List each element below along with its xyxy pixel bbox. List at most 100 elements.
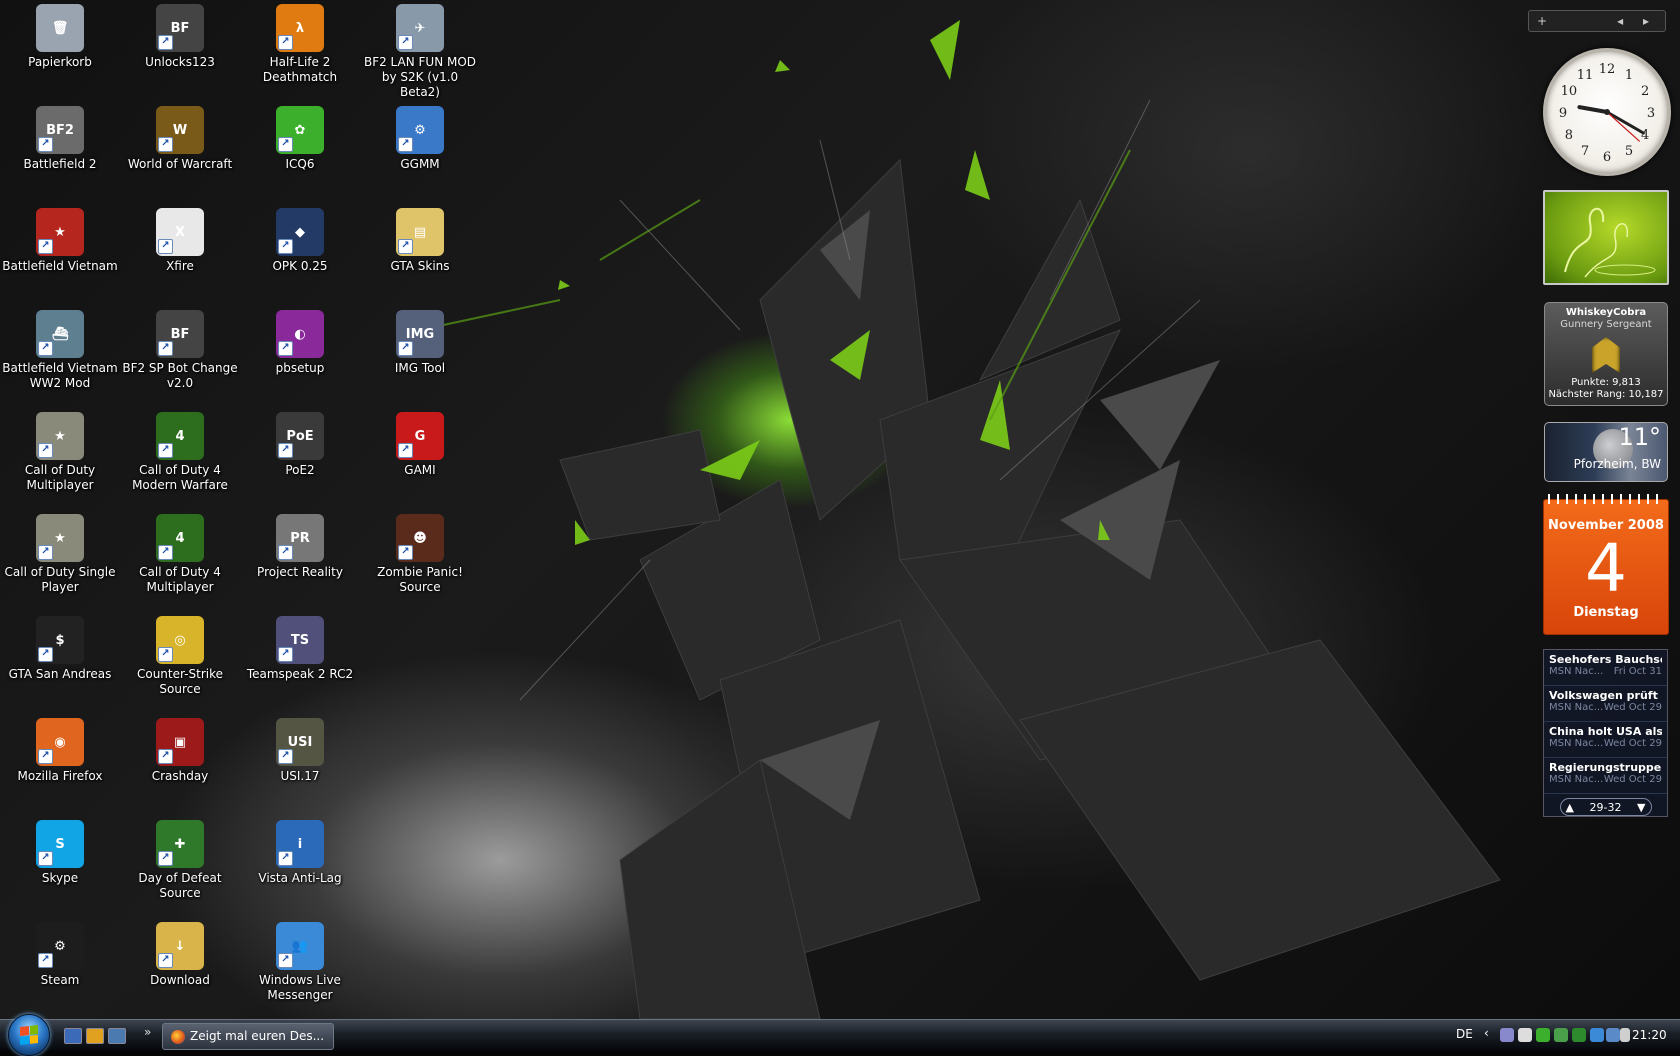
volume-icon[interactable]	[1620, 1028, 1630, 1042]
desktop-icon[interactable]: ▣ ↗ Crashday	[122, 716, 238, 784]
previous-page-icon[interactable]: ◂	[1609, 14, 1631, 28]
shortcut-arrow-icon: ↗	[398, 137, 413, 152]
language-indicator[interactable]: DE	[1456, 1027, 1473, 1041]
desktop-icon[interactable]: PR ↗ Project Reality	[242, 512, 358, 580]
app-icon: ⚙ ↗	[396, 106, 444, 154]
desktop-icon-label: Papierkorb	[28, 55, 92, 69]
app-icon: W ↗	[156, 106, 204, 154]
desktop-icon[interactable]: BF2 ↗ Battlefield 2	[2, 104, 118, 172]
desktop-icon-label: BF2 LAN FUN MOD by S2K (v1.0 Beta2)	[363, 55, 477, 99]
desktop-icon[interactable]: ↓ ↗ Download	[122, 920, 238, 988]
network-icon[interactable]	[1606, 1028, 1620, 1042]
desktop-icon[interactable]: i ↗ Vista Anti-Lag	[242, 818, 358, 886]
app-icon-glyph: PR	[290, 530, 310, 546]
news-down-icon[interactable]: ▼	[1637, 801, 1645, 814]
desktop-icon-label: Crashday	[151, 769, 209, 783]
desktop-icon[interactable]: USI ↗ USI.17	[242, 716, 358, 784]
desktop-icon[interactable]: G ↗ GAMI	[362, 410, 478, 478]
desktop-icon[interactable]: 👥 ↗ Windows Live Messenger	[242, 920, 358, 1003]
desktop-icon[interactable]: W ↗ World of Warcraft	[122, 104, 238, 172]
rank-insignia-icon	[1592, 337, 1620, 373]
rank-gadget[interactable]: WhiskeyCobra Gunnery Sergeant Punkte: 9,…	[1544, 302, 1668, 406]
desktop-icon[interactable]: TS ↗ Teamspeak 2 RC2	[242, 614, 358, 682]
desktop-icon[interactable]: ★ ↗ Call of Duty Multiplayer	[2, 410, 118, 493]
desktop-icon[interactable]: ✈ ↗ BF2 LAN FUN MOD by S2K (v1.0 Beta2)	[362, 2, 478, 100]
desktop-icon-label: World of Warcraft	[127, 157, 233, 171]
slideshow-gadget[interactable]	[1543, 190, 1669, 285]
tray-monitor-icon[interactable]	[1518, 1028, 1532, 1042]
desktop-icon[interactable]: PoE ↗ PoE2	[242, 410, 358, 478]
desktop-icon[interactable]: IMG ↗ IMG Tool	[362, 308, 478, 376]
taskbar: » Zeigt mal euren Des... DE ‹ 21:20	[0, 1014, 1680, 1056]
next-page-icon[interactable]: ▸	[1635, 14, 1657, 28]
news-item[interactable]: Regierungstruppen fl...MSN Nac...Wed Oct…	[1544, 758, 1667, 794]
app-icon: ★ ↗	[36, 208, 84, 256]
weather-gadget[interactable]: 11° Pforzheim, BW	[1544, 422, 1668, 482]
tray-icq-icon[interactable]	[1536, 1028, 1550, 1042]
desktop-icon-label: ICQ6	[285, 157, 315, 171]
desktop-icon[interactable]: X ↗ Xfire	[122, 206, 238, 274]
app-icon-glyph: W	[172, 122, 188, 138]
desktop-icon[interactable]: ⚙ ↗ Steam	[2, 920, 118, 988]
show-desktop-icon[interactable]	[64, 1028, 82, 1044]
desktop-icon[interactable]: ⚙ ↗ GGMM	[362, 104, 478, 172]
news-headline: Seehofers Bauchsch...	[1549, 653, 1662, 666]
desktop-icon-label: Call of Duty 4 Modern Warfare	[132, 463, 228, 492]
desktop-icon[interactable]: ◎ ↗ Counter-Strike Source	[122, 614, 238, 697]
shortcut-arrow-icon: ↗	[158, 341, 173, 356]
show-hidden-icons[interactable]: ‹	[1484, 1026, 1489, 1040]
desktop-icon[interactable]: 4 ↗ Call of Duty 4 Modern Warfare	[122, 410, 238, 493]
taskbar-window-button[interactable]: Zeigt mal euren Des...	[162, 1023, 334, 1050]
desktop-icon[interactable]: ▤ ↗ GTA Skins	[362, 206, 478, 274]
clock-gadget[interactable]: 1 2 3 4 5 6 7 8 9 10 11 12	[1543, 48, 1671, 176]
news-item[interactable]: China holt USA als gr...MSN Nac...Wed Oc…	[1544, 722, 1667, 758]
desktop-icon[interactable]: 4 ↗ Call of Duty 4 Multiplayer	[122, 512, 238, 595]
app-icon-glyph: ◎	[174, 632, 186, 648]
desktop-icon[interactable]: ☻ ↗ Zombie Panic! Source	[362, 512, 478, 595]
desktop-icon[interactable]: ◉ ↗ Mozilla Firefox	[2, 716, 118, 784]
desktop-icon[interactable]: BF ↗ BF2 SP Bot Change v2.0	[122, 308, 238, 391]
desktop-icon[interactable]: ◆ ↗ OPK 0.25	[242, 206, 358, 274]
desktop-icon[interactable]: 🗑 Papierkorb	[2, 2, 118, 70]
add-gadget-icon[interactable]: +	[1529, 14, 1555, 28]
desktop-icon-label: Zombie Panic! Source	[377, 565, 463, 594]
tray-messenger-icon[interactable]	[1554, 1028, 1568, 1042]
desktop-icon[interactable]: $ ↗ GTA San Andreas	[2, 614, 118, 682]
app-icon: ◐ ↗	[276, 310, 324, 358]
app-icon-glyph: PoE	[286, 428, 314, 444]
app-icon-glyph: ◉	[54, 734, 66, 750]
desktop-icon[interactable]: ✚ ↗ Day of Defeat Source	[122, 818, 238, 901]
shortcut-arrow-icon: ↗	[38, 545, 53, 560]
desktop-icon[interactable]: BF ↗ Unlocks123	[122, 2, 238, 70]
taskbar-clock[interactable]: 21:20	[1632, 1028, 1667, 1042]
shortcut-arrow-icon: ↗	[158, 851, 173, 866]
tray-user-icon[interactable]	[1590, 1028, 1604, 1042]
tray-app-icon[interactable]	[1500, 1028, 1514, 1042]
desktop-icon[interactable]: ★ ↗ Battlefield Vietnam	[2, 206, 118, 274]
desktop-icon-label: GTA San Andreas	[8, 667, 112, 681]
quick-launch-more-icon[interactable]: »	[144, 1025, 151, 1039]
app-icon-glyph: 👥	[291, 938, 309, 954]
switch-windows-icon[interactable]	[108, 1028, 126, 1044]
calendar-gadget[interactable]: November 2008 4 Dienstag	[1543, 494, 1669, 635]
desktop-icon[interactable]: ✿ ↗ ICQ6	[242, 104, 358, 172]
desktop-icon-label: GTA Skins	[390, 259, 450, 273]
app-icon: ✿ ↗	[276, 106, 324, 154]
desktop-icon[interactable]: S ↗ Skype	[2, 818, 118, 886]
app-icon-glyph: λ	[295, 20, 305, 36]
app-icon: ◎ ↗	[156, 616, 204, 664]
news-item[interactable]: Seehofers Bauchsch...MSN Nac... Fri Oct 3…	[1544, 650, 1667, 686]
news-up-icon[interactable]: ▲	[1566, 801, 1574, 814]
news-item[interactable]: Volkswagen prüft Pr...MSN Nac...Wed Oct …	[1544, 686, 1667, 722]
desktop-icon[interactable]: λ ↗ Half-Life 2 Deathmatch	[242, 2, 358, 85]
shortcut-arrow-icon: ↗	[278, 647, 293, 662]
news-headline: China holt USA als gr...	[1549, 725, 1662, 738]
desktop-icon-label: Mozilla Firefox	[17, 769, 103, 783]
media-player-icon[interactable]	[86, 1028, 104, 1044]
desktop-icon[interactable]: ◐ ↗ pbsetup	[242, 308, 358, 376]
app-icon-glyph: BF	[170, 326, 190, 342]
app-icon-glyph: 4	[175, 428, 185, 444]
tray-clover-icon[interactable]	[1572, 1028, 1586, 1042]
desktop-icon[interactable]: ★ ↗ Call of Duty Single Player	[2, 512, 118, 595]
desktop-icon[interactable]: ⛴ ↗ Battlefield Vietnam WW2 Mod	[2, 308, 118, 391]
